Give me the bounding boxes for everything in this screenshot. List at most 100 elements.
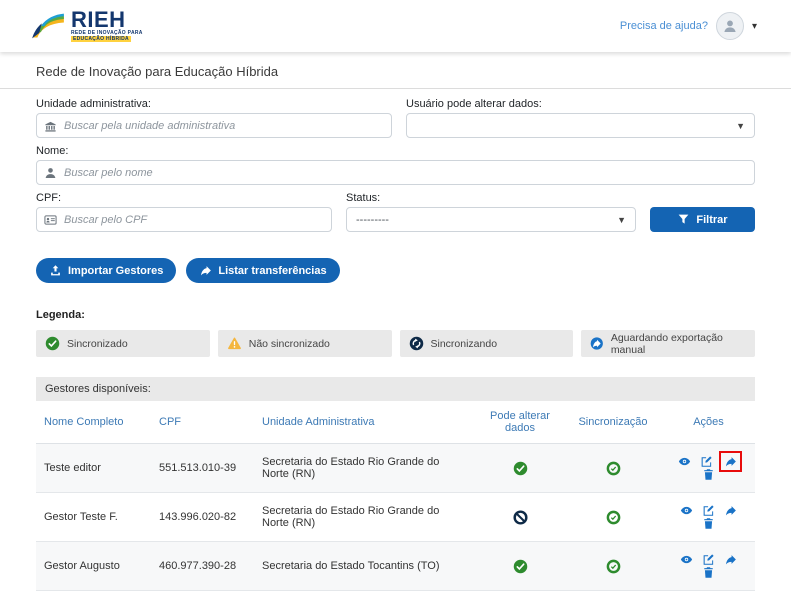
cell-pode-alterar <box>476 443 564 493</box>
help-link[interactable]: Precisa de ajuda? <box>620 20 708 32</box>
cell-cpf: 460.977.390-28 <box>151 541 254 591</box>
field-usuario-pode-alterar: Usuário pode alterar dados: ▼ <box>406 91 755 138</box>
legend-label: Sincronizando <box>430 337 498 350</box>
transfer-button[interactable] <box>724 553 737 566</box>
check-circle-icon <box>513 559 527 573</box>
filtrar-button[interactable]: Filtrar <box>650 207 755 232</box>
field-cpf: CPF: <box>36 185 332 232</box>
eye-icon <box>680 555 693 564</box>
trash-icon <box>704 567 713 578</box>
col-unidade-administrativa: Unidade Administrativa <box>254 401 476 444</box>
check-circle-icon <box>45 336 60 351</box>
transfer-arrow-icon <box>726 457 736 467</box>
transfer-arrow-icon <box>726 555 736 565</box>
blocked-circle-icon <box>512 509 528 525</box>
cell-acoes <box>662 492 755 542</box>
listar-label: Listar transferências <box>218 264 327 277</box>
transfer-button[interactable] <box>724 455 737 468</box>
chevron-down-icon: ▼ <box>736 120 745 131</box>
cell-acoes <box>662 443 755 493</box>
person-icon <box>45 167 56 178</box>
legend-item-sincronizado: Sincronizado <box>36 330 210 357</box>
synced-ring-icon <box>606 559 620 573</box>
cell-unidade: Secretaria do Estado Rio Grande do Norte… <box>254 492 476 542</box>
col-pode-alterar-dados: Pode alterar dados <box>476 401 564 444</box>
gestores-table: Nome Completo CPF Unidade Administrativa… <box>36 401 755 591</box>
trash-icon <box>704 469 713 480</box>
unidade-search-input[interactable] <box>36 113 392 138</box>
legend-section: Legenda: Sincronizado Não sincronizado S… <box>0 283 791 357</box>
transfer-button[interactable] <box>724 504 737 517</box>
avatar[interactable] <box>715 12 744 40</box>
legend-label: Não sincronizado <box>248 337 330 350</box>
col-sincronizacao: Sincronização <box>564 401 662 444</box>
upload-icon <box>51 265 60 276</box>
cell-nome: Teste editor <box>36 443 151 493</box>
legend-label: Aguardando exportação manual <box>610 331 723 356</box>
check-circle-icon <box>513 461 527 475</box>
cell-pode-alterar <box>476 492 564 542</box>
building-icon <box>45 121 56 132</box>
chevron-down-icon: ▼ <box>617 214 626 225</box>
cell-nome: Gestor Augusto <box>36 541 151 591</box>
transfer-arrow-icon <box>201 266 212 276</box>
col-nome-completo: Nome Completo <box>36 401 151 444</box>
cpf-label: CPF: <box>36 192 62 204</box>
cell-acoes <box>662 541 755 591</box>
delete-button[interactable] <box>702 517 715 530</box>
logo-text: RIEH REDE DE INOVAÇÃO PARA EDUCAÇÃO HÍBR… <box>71 7 143 42</box>
field-nome: Nome: <box>36 145 755 185</box>
col-acoes: Ações <box>662 401 755 444</box>
cell-sincronizacao <box>564 492 662 542</box>
target-highlight-box <box>719 451 743 472</box>
transfer-arrow-icon <box>726 506 736 516</box>
synced-ring-icon <box>606 510 620 524</box>
delete-button[interactable] <box>702 468 715 481</box>
user-icon <box>724 20 736 32</box>
unidade-label: Unidade administrativa: <box>36 98 151 110</box>
chevron-down-icon[interactable]: ▾ <box>752 21 757 32</box>
view-button[interactable] <box>678 455 691 468</box>
status-label: Status: <box>346 192 381 204</box>
rieh-logo: RIEH REDE DE INOVAÇÃO PARA EDUCAÇÃO HÍBR… <box>30 7 143 42</box>
cell-unidade: Secretaria do Estado Rio Grande do Norte… <box>254 443 476 493</box>
cell-pode-alterar <box>476 541 564 591</box>
edit-icon <box>703 554 714 565</box>
cell-cpf: 143.996.020-82 <box>151 492 254 542</box>
usuario-select[interactable]: ▼ <box>406 113 755 138</box>
table-row: Gestor Augusto 460.977.390-28 Secretaria… <box>36 541 755 591</box>
trash-icon <box>704 518 713 529</box>
edit-button[interactable] <box>700 455 713 468</box>
field-status: Status: --------- ▼ <box>346 185 636 232</box>
eye-icon <box>678 457 691 466</box>
synced-ring-icon <box>606 461 620 475</box>
filters-section: Unidade administrativa: Usuário pode alt… <box>0 89 791 232</box>
table-row: Teste editor 551.513.010-39 Secretaria d… <box>36 443 755 493</box>
gestores-table-section: Gestores disponíveis: Nome Completo CPF … <box>36 377 755 591</box>
legend-item-nao-sincronizado: Não sincronizado <box>217 330 392 357</box>
legend-item-aguardando-exportacao: Aguardando exportação manual <box>581 330 755 357</box>
export-arrow-circle-icon <box>590 337 604 350</box>
table-title: Gestores disponíveis: <box>36 377 755 401</box>
edit-button[interactable] <box>702 504 715 517</box>
app-header: RIEH REDE DE INOVAÇÃO PARA EDUCAÇÃO HÍBR… <box>0 0 791 52</box>
cpf-search-input[interactable] <box>36 207 332 232</box>
delete-button[interactable] <box>702 566 715 579</box>
edit-button[interactable] <box>702 553 715 566</box>
legend-title: Legenda: <box>36 309 85 321</box>
nome-label: Nome: <box>36 145 69 157</box>
logo-subtitle-line2: EDUCAÇÃO HÍBRIDA <box>71 36 131 42</box>
view-button[interactable] <box>680 553 693 566</box>
importar-gestores-button[interactable]: Importar Gestores <box>36 258 177 283</box>
status-select[interactable]: --------- ▼ <box>346 207 636 232</box>
view-button[interactable] <box>680 504 693 517</box>
nome-search-input[interactable] <box>36 160 755 185</box>
cell-sincronizacao <box>564 541 662 591</box>
legend-label: Sincronizado <box>67 337 128 350</box>
logo-title: RIEH <box>71 7 126 32</box>
edit-icon <box>701 456 712 467</box>
rieh-logo-mark-icon <box>32 13 64 39</box>
col-cpf: CPF <box>151 401 254 444</box>
listar-transferencias-button[interactable]: Listar transferências <box>186 258 340 283</box>
toolbar: Importar Gestores Listar transferências <box>0 232 791 283</box>
